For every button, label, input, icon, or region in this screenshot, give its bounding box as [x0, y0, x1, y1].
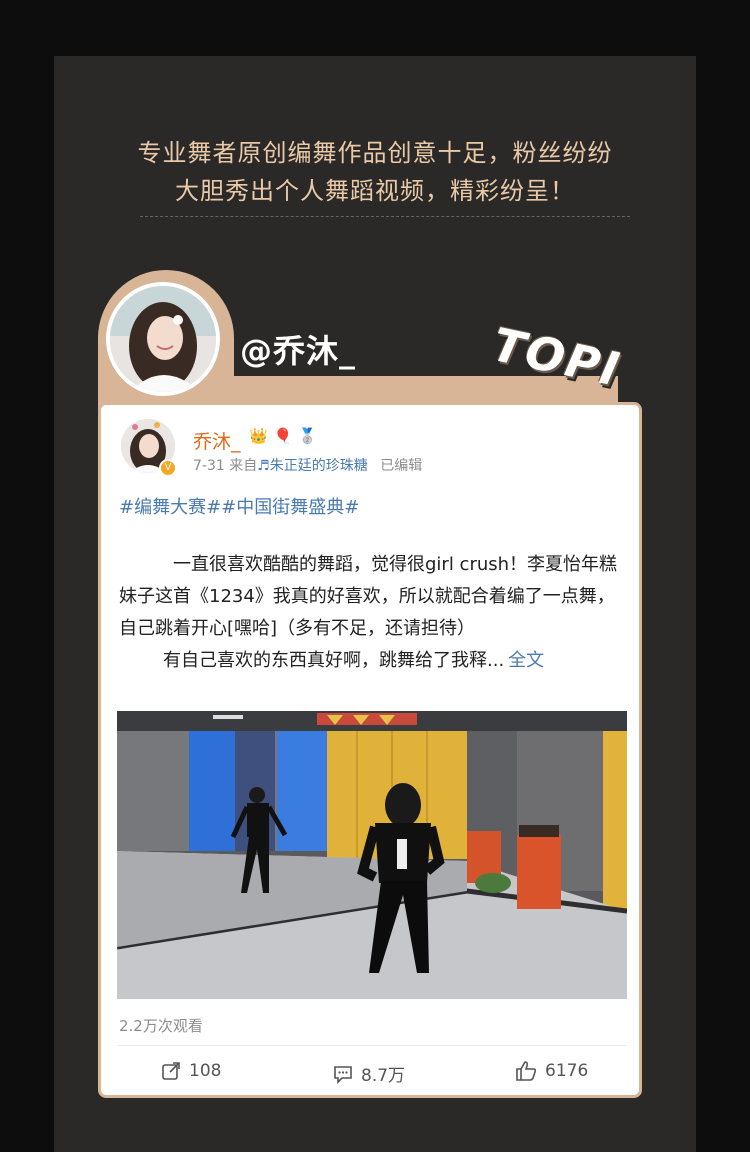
dance-studio-video-thumbnail	[117, 711, 627, 999]
post-username[interactable]: 乔沐_	[193, 427, 241, 454]
video-player[interactable]	[117, 711, 627, 999]
thumbs-up-icon	[516, 1061, 537, 1081]
repost-count: 108	[189, 1061, 222, 1081]
headline-line-2: 大胆秀出个人舞蹈视频，精彩纷呈！	[175, 177, 575, 205]
post-hashtags[interactable]: #编舞大赛##中国街舞盛典#	[119, 493, 359, 519]
post-date: 7-31	[193, 458, 225, 474]
view-count: 2.2万次观看	[119, 1017, 203, 1035]
avatar-photo-icon	[110, 286, 216, 392]
comment-button[interactable]: 8.7万	[333, 1061, 405, 1086]
post-paragraph-2-text: 有自己喜欢的东西真好啊，跳舞给了我释...	[163, 650, 505, 671]
balloon-badge-icon[interactable]: 🎈	[273, 427, 292, 445]
source-prefix: 来自	[229, 458, 258, 474]
post-paragraph-1: 一直很喜欢酷酷的舞蹈，觉得很girl crush！李夏怡年糕妹子这首《1234》…	[119, 554, 618, 639]
crown-badge-icon[interactable]: 👑	[249, 427, 268, 445]
user-badges: 👑 🎈 🥈	[249, 427, 318, 445]
post-source-link[interactable]: ♬朱正廷的珍珠糖	[257, 458, 368, 474]
profile-avatar[interactable]	[106, 282, 220, 396]
weibo-post-card: V 乔沐_ 👑 🎈 🥈 7-31 来自♬朱正廷的珍珠糖 已编辑 #编舞大赛##中…	[98, 402, 642, 1098]
headline-line-1: 专业舞者原创编舞作品创意十足，粉丝纷纷	[137, 139, 613, 167]
post-body: 一直很喜欢酷酷的舞蹈，觉得很girl crush！李夏怡年糕妹子这首《1234》…	[119, 549, 629, 677]
comment-count: 8.7万	[361, 1066, 406, 1086]
edited-label[interactable]: 已编辑	[380, 458, 422, 474]
repost-button[interactable]: 108	[161, 1061, 221, 1081]
like-button[interactable]: 6176	[515, 1061, 588, 1081]
repost-icon	[162, 1062, 180, 1080]
verified-icon: V	[159, 459, 177, 477]
like-count: 6176	[545, 1061, 589, 1081]
post-meta: 7-31 来自♬朱正廷的珍珠糖 已编辑	[193, 455, 422, 475]
actions-divider	[117, 1045, 627, 1046]
medal-badge-icon[interactable]: 🥈	[298, 427, 317, 445]
comment-icon	[334, 1065, 352, 1084]
profile-handle[interactable]: @乔沐_	[240, 326, 356, 372]
divider-dashed	[140, 216, 630, 217]
post-paragraph-2: 有自己喜欢的东西真好啊，跳舞给了我释... 全文	[119, 645, 629, 677]
read-more-link[interactable]: 全文	[508, 650, 544, 671]
headline: 专业舞者原创编舞作品创意十足，粉丝纷纷 大胆秀出个人舞蹈视频，精彩纷呈！	[100, 134, 650, 210]
